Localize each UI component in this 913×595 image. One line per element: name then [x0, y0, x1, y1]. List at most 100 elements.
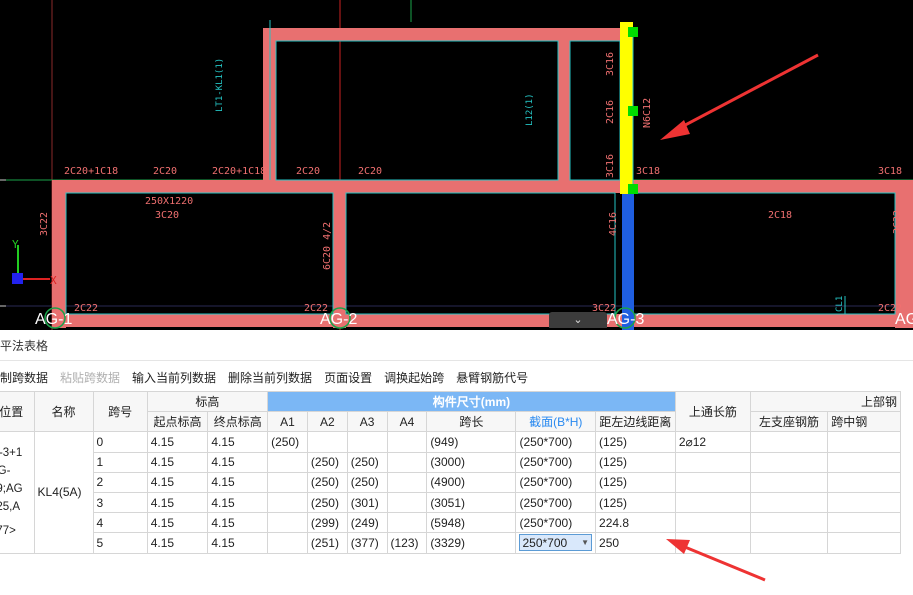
col-a1[interactable]: A1 [267, 411, 308, 433]
cell-dist-left[interactable]: 250 [595, 532, 676, 554]
cell-a3[interactable]: (249) [346, 512, 388, 534]
col-a2[interactable]: A2 [306, 411, 348, 433]
cell-span-length[interactable]: (3051) [426, 491, 517, 514]
cell-a4[interactable]: (123) [386, 532, 428, 554]
cell-dist-left[interactable]: (125) [595, 491, 676, 514]
cell-a2[interactable]: (250) [306, 471, 348, 493]
cell-top-through[interactable] [674, 471, 751, 493]
cell-a2[interactable]: (251) [306, 532, 348, 554]
table-row[interactable]: 3 4.15 4.15 (250) (301) (3051) (250*700)… [0, 491, 901, 514]
cell-a4[interactable] [386, 431, 428, 453]
cell-a4[interactable] [386, 491, 428, 514]
col-section[interactable]: 截面(B*H) [515, 411, 597, 433]
cell-a2[interactable]: (299) [306, 512, 348, 534]
col-top-through[interactable]: 上通长筋 [674, 390, 751, 433]
cell-a3[interactable] [346, 431, 388, 453]
col-position[interactable]: 位置 [0, 390, 35, 433]
cell-span[interactable]: 3 [92, 491, 148, 514]
input-column-data-button[interactable]: 输入当前列数据 [132, 369, 216, 387]
cell-a4[interactable] [386, 512, 428, 534]
cell-end-elev[interactable]: 4.15 [207, 471, 269, 493]
cell-span-mid[interactable] [827, 451, 901, 473]
cell-start-elev[interactable]: 4.15 [146, 512, 209, 534]
cell-start-elev[interactable]: 4.15 [146, 431, 209, 453]
table-row[interactable]: 4 4.15 4.15 (299) (249) (5948) (250*700)… [0, 512, 901, 534]
cell-end-elev[interactable]: 4.15 [207, 431, 269, 453]
col-name[interactable]: 名称 [33, 390, 94, 433]
cell-span[interactable]: 5 [92, 532, 148, 554]
cell-start-elev[interactable]: 4.15 [146, 491, 209, 514]
table-row[interactable]: 5 4.15 4.15 (251) (377) (123) (3329) 250… [0, 532, 901, 554]
cell-a1[interactable] [267, 532, 308, 554]
cell-a3[interactable]: (377) [346, 532, 388, 554]
col-a3[interactable]: A3 [346, 411, 388, 433]
cell-a1[interactable] [267, 491, 308, 514]
col-end-elev[interactable]: 终点标高 [207, 411, 269, 433]
copy-span-data-button[interactable]: 复制跨数据 [0, 369, 48, 387]
cell-start-elev[interactable]: 4.15 [146, 471, 209, 493]
cell-start-elev[interactable]: 4.15 [146, 451, 209, 473]
cell-section[interactable]: (250*700) [515, 512, 597, 534]
cad-viewport[interactable]: 2C20+1C18 2C20 2C20+1C18 2C20 2C20 3C18 … [0, 0, 913, 330]
cell-end-elev[interactable]: 4.15 [207, 451, 269, 473]
paste-span-data-button[interactable]: 粘贴跨数据 [60, 369, 120, 387]
delete-column-data-button[interactable]: 删除当前列数据 [228, 369, 312, 387]
cell-span[interactable]: 4 [92, 512, 148, 534]
cell-section[interactable]: (250*700) [515, 451, 597, 473]
col-dist-left[interactable]: 距左边线距离 [595, 411, 676, 433]
cell-end-elev[interactable]: 4.15 [207, 512, 269, 534]
cell-span-mid[interactable] [827, 512, 901, 534]
cell-top-through[interactable] [674, 451, 751, 473]
cell-span-mid[interactable] [827, 471, 901, 493]
page-setup-button[interactable]: 页面设置 [324, 369, 372, 387]
cell-a3[interactable]: (301) [346, 491, 388, 514]
cell-position[interactable]: G-3+1 AG- 99;AG 125,A 077> [0, 431, 35, 554]
swap-start-span-button[interactable]: 调换起始跨 [384, 369, 444, 387]
cell-left-support[interactable] [749, 532, 829, 554]
cell-top-through[interactable]: 2⌀12 [674, 431, 751, 453]
cell-a4[interactable] [386, 471, 428, 493]
cell-section[interactable]: (250*700) [515, 491, 597, 514]
cell-section[interactable]: (250*700) [515, 431, 597, 453]
cell-left-support[interactable] [749, 512, 829, 534]
collapse-panel-button[interactable]: ⌄ [549, 312, 607, 328]
col-span-mid[interactable]: 跨中钢 [827, 411, 901, 433]
cell-section[interactable]: (250*700) [515, 471, 597, 493]
cell-end-elev[interactable]: 4.15 [207, 491, 269, 514]
cell-top-through[interactable] [674, 512, 751, 534]
cell-a2[interactable] [306, 431, 348, 453]
col-span[interactable]: 跨号 [92, 390, 148, 433]
dropdown-arrow-icon[interactable]: ▼ [581, 538, 589, 547]
cell-top-through[interactable] [674, 532, 751, 554]
cell-span-length[interactable]: (3329) [426, 532, 517, 554]
cell-end-elev[interactable]: 4.15 [207, 532, 269, 554]
cell-dist-left[interactable]: 224.8 [595, 512, 676, 534]
cell-a4[interactable] [386, 451, 428, 473]
cell-a2[interactable]: (250) [306, 491, 348, 514]
col-span-length[interactable]: 跨长 [426, 411, 517, 433]
cell-span[interactable]: 1 [92, 451, 148, 473]
table-row[interactable]: 2 4.15 4.15 (250) (250) (4900) (250*700)… [0, 471, 901, 493]
cell-name[interactable]: KL4(5A) [33, 431, 94, 554]
cell-top-through[interactable] [674, 491, 751, 514]
cell-dist-left[interactable]: (125) [595, 451, 676, 473]
col-a4[interactable]: A4 [386, 411, 428, 433]
cell-span[interactable]: 2 [92, 471, 148, 493]
cell-dist-left[interactable]: (125) [595, 431, 676, 453]
cell-a1[interactable] [267, 512, 308, 534]
cantilever-rebar-code-button[interactable]: 悬臂钢筋代号 [456, 369, 528, 387]
cell-section-editing[interactable]: 250*700 ▼ [515, 532, 597, 554]
section-dropdown[interactable]: 250*700 ▼ [519, 534, 593, 552]
col-start-elev[interactable]: 起点标高 [146, 411, 209, 433]
cell-span-length[interactable]: (949) [426, 431, 517, 453]
cell-span-length[interactable]: (5948) [426, 512, 517, 534]
cell-left-support[interactable] [749, 491, 829, 514]
cell-a1[interactable]: (250) [267, 431, 308, 453]
col-left-support[interactable]: 左支座钢筋 [749, 411, 829, 433]
cell-span-mid[interactable] [827, 431, 901, 453]
cell-span-mid[interactable] [827, 491, 901, 514]
cell-span-length[interactable]: (3000) [426, 451, 517, 473]
cell-left-support[interactable] [749, 451, 829, 473]
cell-a1[interactable] [267, 471, 308, 493]
cell-a2[interactable]: (250) [306, 451, 348, 473]
